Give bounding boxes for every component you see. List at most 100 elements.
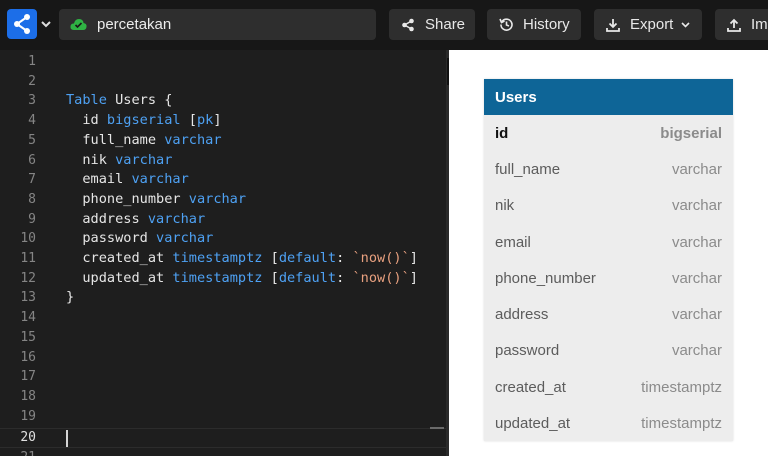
field-type: timestamptz (641, 415, 722, 433)
line-number: 7 (28, 172, 36, 188)
field-name: full_name (495, 160, 561, 178)
line-number: 3 (28, 93, 36, 109)
field-name: phone_number (66, 190, 189, 207)
field-name: password (495, 342, 560, 360)
line-number: 15 (20, 329, 36, 345)
field-name: created_at (66, 250, 173, 266)
field-name: password (66, 230, 157, 247)
import-label: Im (751, 16, 768, 33)
line-number: 12 (20, 270, 36, 286)
line-number: 17 (20, 369, 36, 385)
code-text: ] (213, 112, 222, 129)
code-text: ] (409, 269, 418, 286)
code-line: Table Users { (66, 91, 172, 111)
code-text: [ (262, 250, 279, 266)
table-field-row[interactable]: password varchar (484, 333, 733, 369)
field-type: varchar (671, 269, 722, 287)
code-line: email varchar (66, 170, 189, 190)
share-button[interactable]: Share (389, 9, 475, 40)
table-field-row[interactable]: full_name varchar (484, 151, 733, 187)
code-line: } (66, 289, 75, 306)
field-name: full_name (66, 131, 165, 148)
table-field-row[interactable]: created_at timestamptz (484, 369, 733, 405)
table-field-row[interactable]: updated_at timestamptz (484, 405, 733, 441)
line-number: 11 (20, 251, 36, 266)
project-name-field[interactable]: percetakan (59, 9, 376, 40)
line-number: 14 (20, 310, 36, 326)
line-number: 10 (20, 231, 36, 247)
field-type: varchar (164, 131, 222, 148)
table-field-row[interactable]: nik varchar (484, 188, 733, 224)
field-name: updated_at (495, 415, 571, 433)
line-number: 13 (20, 290, 36, 306)
code-text: Users { (106, 92, 173, 109)
field-type: varchar (671, 342, 722, 360)
field-type: varchar (671, 233, 722, 251)
field-type: varchar (671, 306, 722, 324)
table-header[interactable]: Users (484, 79, 733, 115)
code-text: : (336, 250, 353, 266)
field-name: id (495, 124, 509, 142)
line-number: 19 (20, 408, 36, 424)
share-network-icon[interactable] (7, 9, 37, 39)
code-line: created_at timestamptz [default: `now()`… (66, 249, 418, 269)
field-type: varchar (671, 197, 722, 215)
code-text: ] (409, 250, 418, 266)
diagram-canvas[interactable]: Users id bigserial full_name varchar nik va… (449, 50, 768, 456)
code-line: full_name varchar (66, 131, 222, 151)
field-name: phone_number (495, 269, 596, 287)
line-number: 9 (28, 211, 36, 227)
default-value: `now()` (352, 269, 410, 286)
default-value: `now()` (352, 250, 410, 266)
field-type: varchar (115, 151, 173, 168)
text-cursor (66, 430, 68, 447)
code-editor[interactable]: 1 2 3 4 5 6 7 8 9 10 11 12 13 14 15 16 1… (0, 50, 449, 456)
table-field-row[interactable]: id bigserial (484, 115, 733, 151)
line-number: 4 (28, 113, 36, 129)
keyword: Table (66, 92, 107, 109)
table-field-row[interactable]: address varchar (484, 296, 733, 332)
line-number: 2 (28, 73, 36, 89)
history-button[interactable]: History (487, 9, 581, 40)
line-number: 5 (28, 132, 36, 148)
code-line: phone_number varchar (66, 190, 246, 210)
table-field-row[interactable]: phone_number varchar (484, 260, 733, 296)
line-number: 16 (20, 349, 36, 365)
line-number: 6 (28, 152, 36, 168)
field-name: id (66, 112, 107, 129)
import-button[interactable]: Im (715, 9, 768, 40)
download-icon (605, 17, 621, 33)
field-attr: default (278, 269, 337, 286)
table-field-row[interactable]: email varchar (484, 224, 733, 260)
code-line: password varchar (66, 229, 213, 249)
line-number: 8 (28, 191, 36, 207)
share-icon (400, 17, 416, 33)
field-name: address (66, 210, 148, 227)
line-number-active: 20 (20, 430, 36, 446)
upload-icon (726, 17, 742, 33)
chevron-down-icon (681, 21, 690, 28)
export-button[interactable]: Export (594, 9, 702, 40)
field-type: varchar (131, 171, 189, 188)
code-text: [ (180, 112, 197, 129)
code-line: id bigserial [pk] (66, 111, 222, 131)
code-line: address varchar (66, 210, 205, 230)
field-name: nik (495, 197, 515, 215)
field-type: varchar (156, 230, 214, 247)
field-type: timestamptz (172, 269, 263, 286)
export-label: Export (630, 16, 674, 33)
history-label: History (523, 16, 570, 33)
field-type: timestamptz (172, 250, 263, 266)
field-type: varchar (188, 190, 247, 207)
scroll-marker (430, 427, 444, 429)
field-name: created_at (495, 378, 566, 396)
code-text: [ (262, 269, 279, 286)
field-name: email (495, 233, 531, 251)
history-icon (498, 17, 514, 33)
top-bar: percetakan Share History Export Im (0, 0, 768, 50)
field-type: bigserial (660, 124, 722, 142)
table-card-users[interactable]: Users id bigserial full_name varchar nik va… (484, 79, 733, 441)
code-line: updated_at timestamptz [default: `now()`… (66, 269, 418, 289)
field-name: nik (66, 151, 116, 168)
chevron-down-icon[interactable] (39, 16, 53, 32)
